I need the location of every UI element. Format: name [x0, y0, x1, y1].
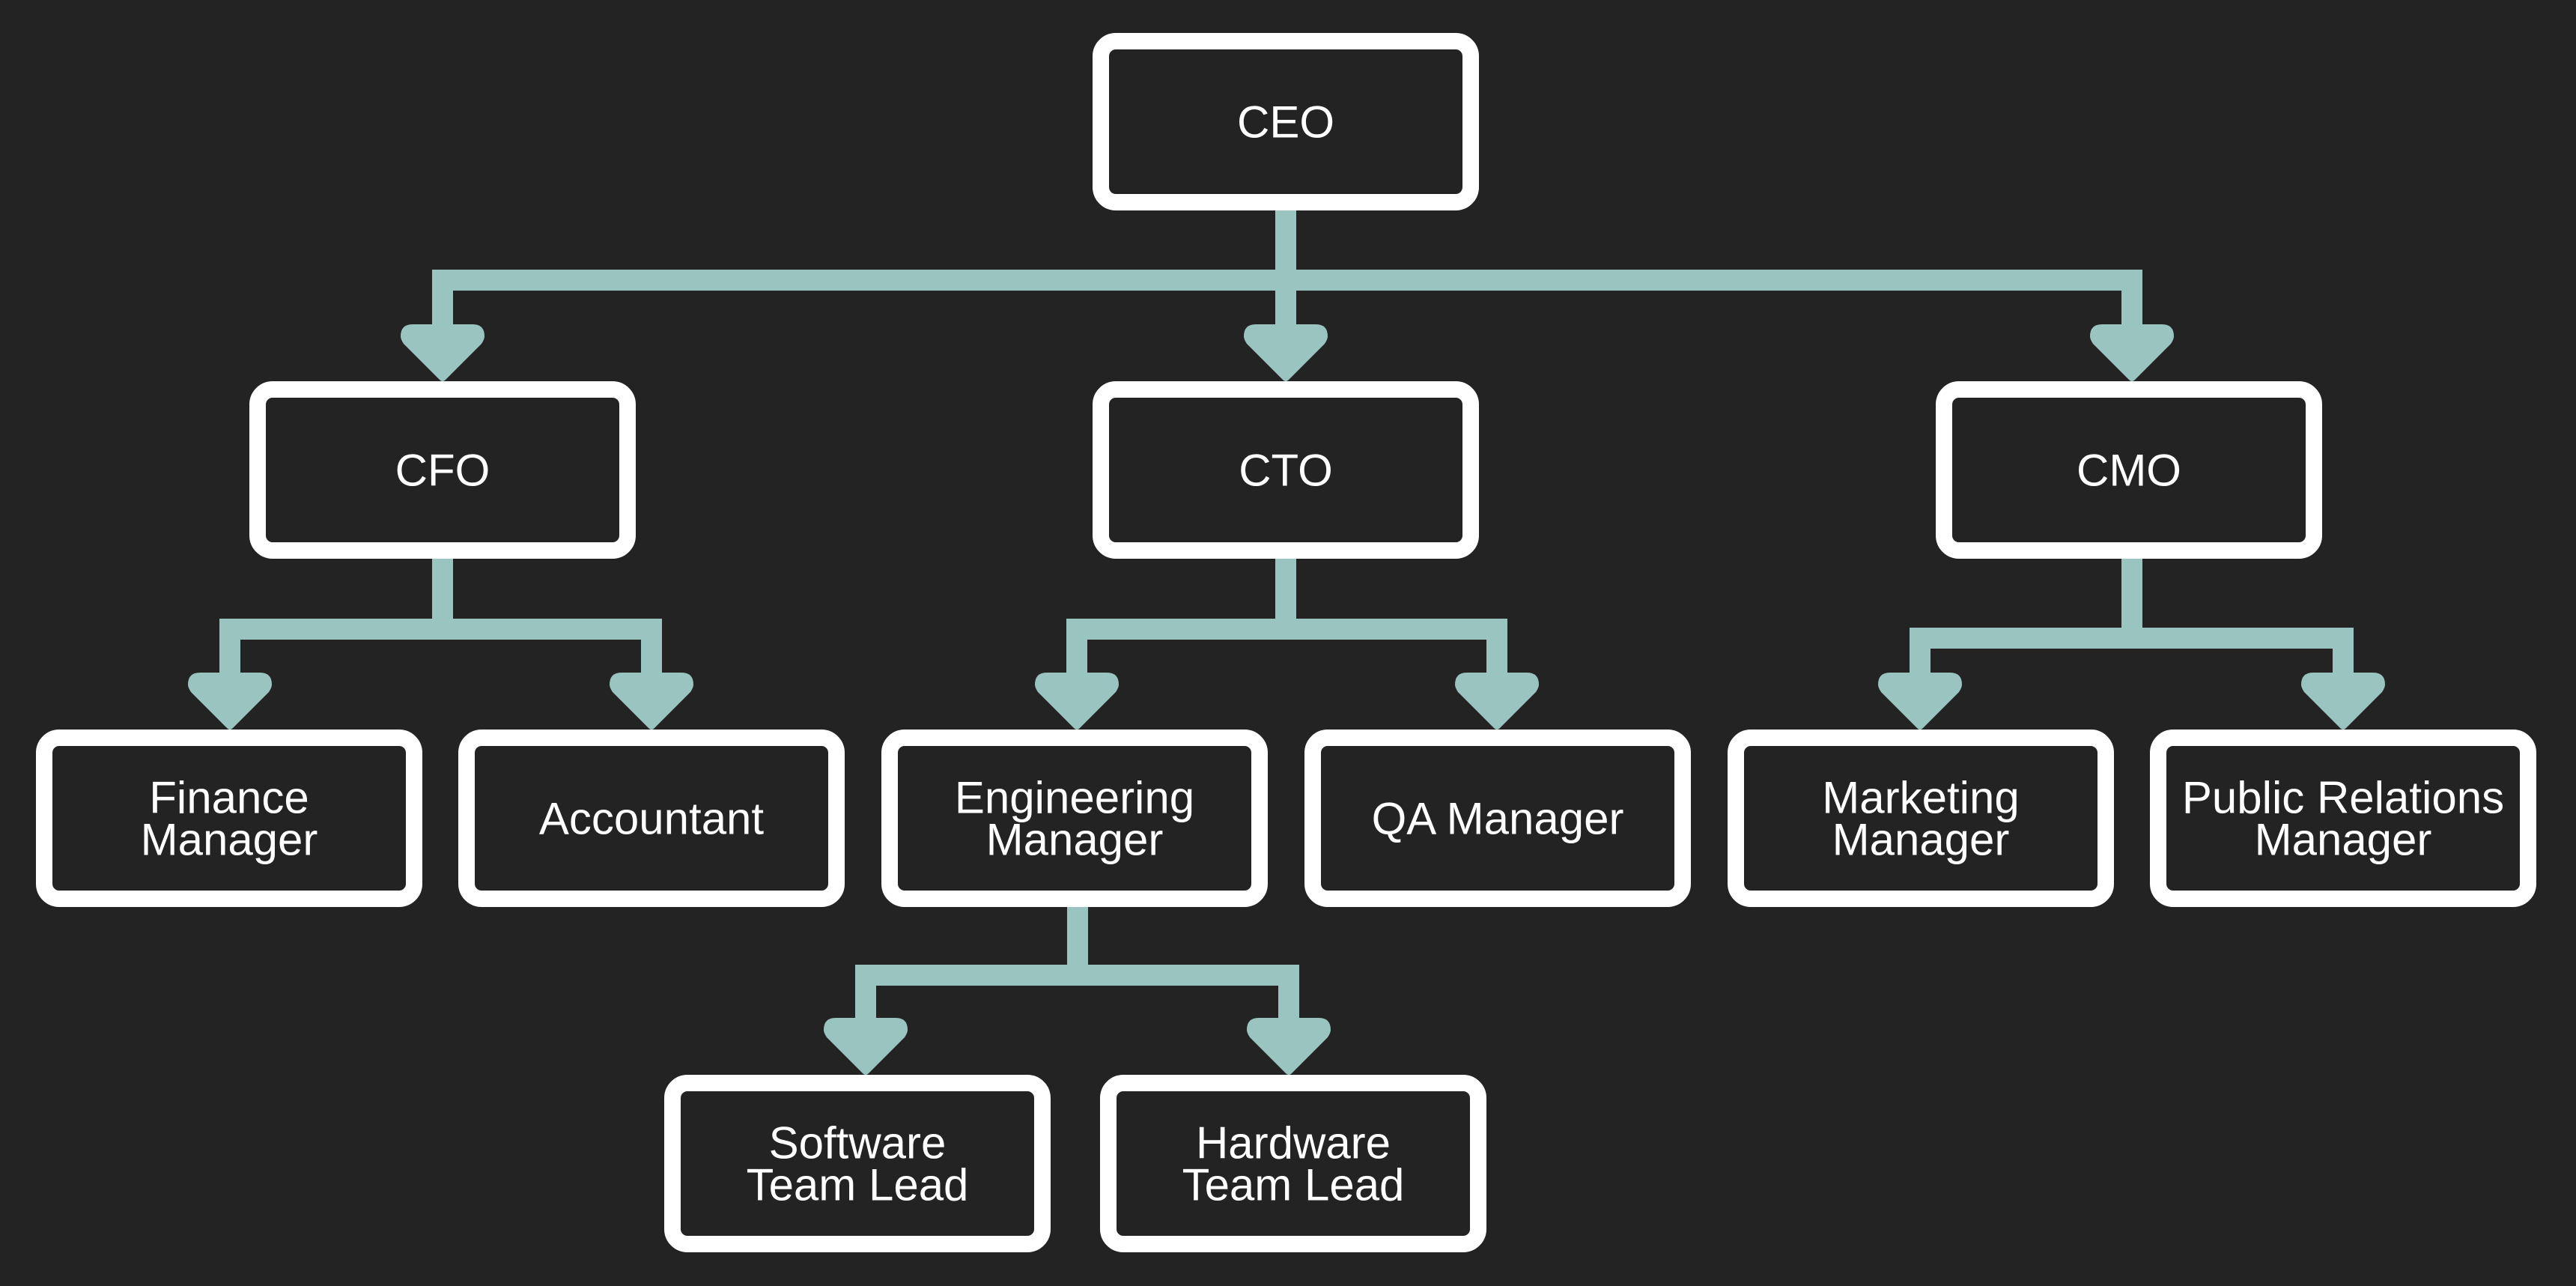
- node-public-relations-manager[interactable]: Public RelationsManager: [2150, 730, 2536, 907]
- node-label: CEO: [1237, 97, 1334, 148]
- node-cmo[interactable]: CMO: [1936, 381, 2322, 559]
- connector-bus: [855, 965, 1299, 986]
- connector-drop: [1275, 270, 1296, 327]
- connector-drop: [432, 270, 453, 327]
- node-finance-manager[interactable]: FinanceManager: [36, 730, 422, 907]
- node-engineering-manager[interactable]: EngineeringManager: [881, 730, 1268, 907]
- connector-drop: [641, 619, 662, 676]
- node-label: QA Manager: [1372, 794, 1624, 844]
- connector-bus: [219, 619, 662, 640]
- connector-drop: [219, 619, 240, 676]
- node-label: Manager: [1832, 815, 2010, 865]
- node-label: Manager: [141, 815, 318, 865]
- org-chart: CEO CFO CTO CMO FinanceManager Accountant Engi…: [0, 0, 2576, 1286]
- connector-drop: [2333, 628, 2354, 676]
- node-label: CTO: [1239, 446, 1333, 496]
- node-label: CFO: [395, 446, 490, 496]
- node-accountant[interactable]: Accountant: [458, 730, 845, 907]
- connector-drop: [1278, 965, 1299, 1021]
- node-label: Manager: [2255, 815, 2432, 865]
- connector-drop: [1486, 619, 1507, 676]
- connector-bus: [1910, 628, 2354, 649]
- connector-drop: [855, 965, 876, 1021]
- node-marketing-manager[interactable]: MarketingManager: [1728, 730, 2114, 907]
- node-qa-manager[interactable]: QA Manager: [1304, 730, 1691, 907]
- node-label: Team Lead: [1182, 1160, 1405, 1210]
- connector-bus: [1066, 619, 1507, 640]
- connector-drop: [1066, 619, 1087, 676]
- node-software-team-lead[interactable]: SoftwareTeam Lead: [664, 1075, 1051, 1252]
- node-ceo[interactable]: CEO: [1093, 33, 1479, 210]
- node-label: Accountant: [539, 794, 765, 844]
- node-hardware-team-lead[interactable]: HardwareTeam Lead: [1100, 1075, 1486, 1252]
- node-cfo[interactable]: CFO: [249, 381, 636, 559]
- node-label: Team Lead: [747, 1160, 969, 1210]
- node-cto[interactable]: CTO: [1093, 381, 1479, 559]
- connector-drop: [2121, 270, 2142, 327]
- connector-drop: [1910, 628, 1931, 676]
- node-label: CMO: [2077, 446, 2181, 496]
- node-label: Manager: [986, 815, 1164, 865]
